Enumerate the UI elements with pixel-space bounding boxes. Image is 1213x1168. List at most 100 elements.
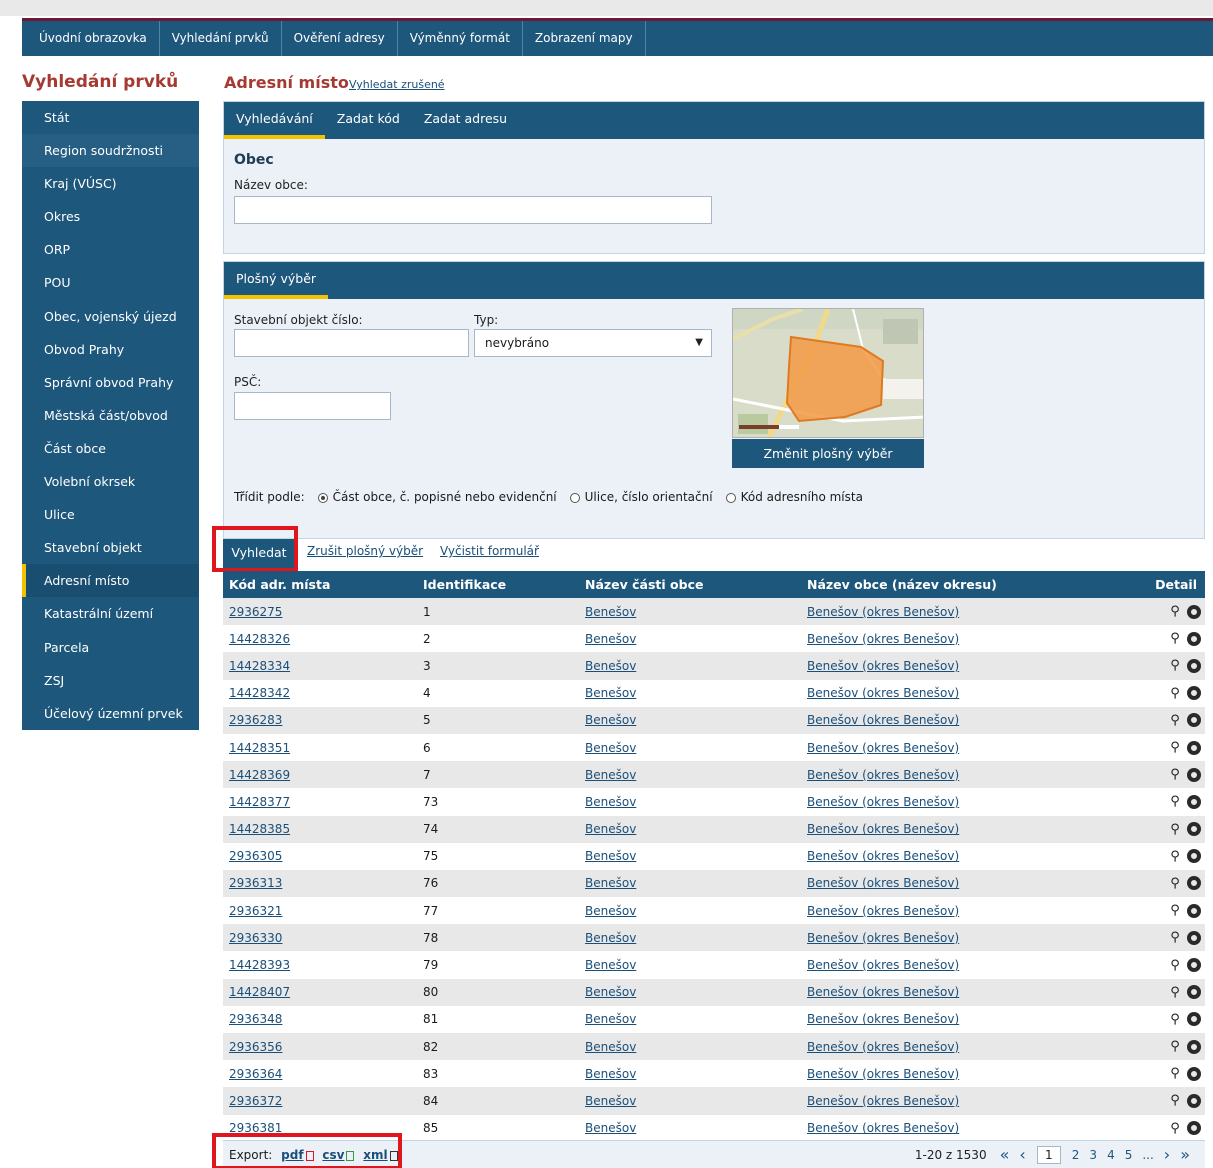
cell-nazev-obce-link[interactable]: Benešov (okres Benešov) <box>807 768 959 782</box>
magnifier-icon[interactable]: ⚲ <box>1167 1012 1183 1027</box>
page-ellipsis[interactable]: ... <box>1137 1148 1158 1162</box>
nav-vyhledani-prvku[interactable]: Vyhledání prvků <box>160 21 282 56</box>
cell-nazev-obce-link[interactable]: Benešov (okres Benešov) <box>807 904 959 918</box>
map-preview[interactable] <box>732 308 924 438</box>
sidebar-item-stavebni-objekt[interactable]: Stavební objekt <box>22 531 199 564</box>
cell-kod-link[interactable]: 14428385 <box>229 822 290 836</box>
globe-icon[interactable] <box>1187 713 1201 728</box>
globe-icon[interactable] <box>1187 822 1201 837</box>
magnifier-icon[interactable]: ⚲ <box>1167 849 1183 864</box>
magnifier-icon[interactable]: ⚲ <box>1167 658 1183 673</box>
globe-icon[interactable] <box>1187 1012 1201 1027</box>
globe-icon[interactable] <box>1187 631 1201 646</box>
cancel-area-link[interactable]: Zrušit plošný výběr <box>307 544 423 558</box>
cell-nazev-obce-link[interactable]: Benešov (okres Benešov) <box>807 605 959 619</box>
sidebar-item-adresni-misto[interactable]: Adresní místo <box>22 564 199 598</box>
magnifier-icon[interactable]: ⚲ <box>1167 686 1183 701</box>
cell-kod-link[interactable]: 14428393 <box>229 958 290 972</box>
cell-nazev-obce-link[interactable]: Benešov (okres Benešov) <box>807 741 959 755</box>
cell-kod-link[interactable]: 14428334 <box>229 659 290 673</box>
first-page-icon[interactable]: « <box>995 1145 1015 1164</box>
cell-nazev-casti-obce-link[interactable]: Benešov <box>585 632 636 646</box>
sidebar-item-cast-obce[interactable]: Část obce <box>22 432 199 465</box>
cell-nazev-obce-link[interactable]: Benešov (okres Benešov) <box>807 1121 959 1135</box>
globe-icon[interactable] <box>1187 930 1201 945</box>
globe-icon[interactable] <box>1187 903 1201 918</box>
cell-kod-link[interactable]: 2936356 <box>229 1040 282 1054</box>
cell-nazev-obce-link[interactable]: Benešov (okres Benešov) <box>807 713 959 727</box>
magnifier-icon[interactable]: ⚲ <box>1167 1093 1183 1108</box>
magnifier-icon[interactable]: ⚲ <box>1167 876 1183 891</box>
prev-page-icon[interactable]: ‹ <box>1014 1145 1030 1164</box>
magnifier-icon[interactable]: ⚲ <box>1167 740 1183 755</box>
sidebar-item-pou[interactable]: POU <box>22 266 199 299</box>
tab-zadat-adresu[interactable]: Zadat adresu <box>412 102 519 139</box>
cell-kod-link[interactable]: 2936305 <box>229 849 282 863</box>
cell-nazev-casti-obce-link[interactable]: Benešov <box>585 1094 636 1108</box>
globe-icon[interactable] <box>1187 1121 1201 1136</box>
cell-nazev-casti-obce-link[interactable]: Benešov <box>585 876 636 890</box>
sidebar-item-kraj[interactable]: Kraj (VÚSC) <box>22 167 199 200</box>
cell-kod-link[interactable]: 2936372 <box>229 1094 282 1108</box>
cell-kod-link[interactable]: 14428326 <box>229 632 290 646</box>
cell-nazev-obce-link[interactable]: Benešov (okres Benešov) <box>807 931 959 945</box>
cell-nazev-obce-link[interactable]: Benešov (okres Benešov) <box>807 795 959 809</box>
cell-nazev-casti-obce-link[interactable]: Benešov <box>585 768 636 782</box>
globe-icon[interactable] <box>1187 1066 1201 1081</box>
clear-form-link[interactable]: Vyčistit formulář <box>440 544 539 558</box>
cell-nazev-obce-link[interactable]: Benešov (okres Benešov) <box>807 876 959 890</box>
cell-nazev-casti-obce-link[interactable]: Benešov <box>585 1040 636 1054</box>
cell-nazev-casti-obce-link[interactable]: Benešov <box>585 958 636 972</box>
cell-nazev-obce-link[interactable]: Benešov (okres Benešov) <box>807 1094 959 1108</box>
sidebar-item-region-soudrznosti[interactable]: Region soudržnosti <box>22 134 199 168</box>
typ-select[interactable]: nevybráno ▼ <box>474 329 712 357</box>
sort-radio-kod[interactable] <box>725 493 736 503</box>
magnifier-icon[interactable]: ⚲ <box>1167 903 1183 918</box>
sidebar-item-okres[interactable]: Okres <box>22 200 199 233</box>
cell-nazev-obce-link[interactable]: Benešov (okres Benešov) <box>807 686 959 700</box>
next-page-icon[interactable]: › <box>1159 1145 1175 1164</box>
sidebar-item-ulice[interactable]: Ulice <box>22 498 199 531</box>
globe-icon[interactable] <box>1187 740 1201 755</box>
magnifier-icon[interactable]: ⚲ <box>1167 1039 1183 1054</box>
nav-zobrazeni-mapy[interactable]: Zobrazení mapy <box>523 21 646 56</box>
cell-kod-link[interactable]: 14428369 <box>229 768 290 782</box>
cell-nazev-casti-obce-link[interactable]: Benešov <box>585 1067 636 1081</box>
magnifier-icon[interactable]: ⚲ <box>1167 631 1183 646</box>
globe-icon[interactable] <box>1187 794 1201 809</box>
sidebar-item-stat[interactable]: Stát <box>22 101 199 134</box>
cell-nazev-obce-link[interactable]: Benešov (okres Benešov) <box>807 659 959 673</box>
cell-kod-link[interactable]: 2936275 <box>229 605 282 619</box>
globe-icon[interactable] <box>1187 767 1201 782</box>
header-nazev-obce[interactable]: Název obce (název okresu) <box>801 571 1101 598</box>
current-page-input[interactable]: 1 <box>1036 1145 1061 1164</box>
globe-icon[interactable] <box>1187 876 1201 891</box>
sidebar-item-mestska-cast[interactable]: Městská část/obvod <box>22 399 199 432</box>
sidebar-item-spravni-obvod-prahy[interactable]: Správní obvod Prahy <box>22 366 199 399</box>
globe-icon[interactable] <box>1187 604 1201 619</box>
cell-nazev-obce-link[interactable]: Benešov (okres Benešov) <box>807 849 959 863</box>
cell-kod-link[interactable]: 14428377 <box>229 795 290 809</box>
cell-kod-link[interactable]: 2936330 <box>229 931 282 945</box>
cell-kod-link[interactable]: 2936348 <box>229 1012 282 1026</box>
psc-input[interactable] <box>234 392 391 420</box>
cell-kod-link[interactable]: 2936364 <box>229 1067 282 1081</box>
globe-icon[interactable] <box>1187 849 1201 864</box>
cell-nazev-obce-link[interactable]: Benešov (okres Benešov) <box>807 958 959 972</box>
sidebar-item-volebni-okrsek[interactable]: Volební okrsek <box>22 465 199 498</box>
cell-nazev-casti-obce-link[interactable]: Benešov <box>585 931 636 945</box>
sidebar-item-orp[interactable]: ORP <box>22 233 199 266</box>
magnifier-icon[interactable]: ⚲ <box>1167 767 1183 782</box>
cell-nazev-casti-obce-link[interactable]: Benešov <box>585 686 636 700</box>
header-nazev-casti-obce[interactable]: Název části obce <box>579 571 801 598</box>
magnifier-icon[interactable]: ⚲ <box>1167 985 1183 1000</box>
magnifier-icon[interactable]: ⚲ <box>1167 958 1183 973</box>
globe-icon[interactable] <box>1187 686 1201 701</box>
sort-radio-ulice[interactable] <box>569 493 580 503</box>
cell-nazev-casti-obce-link[interactable]: Benešov <box>585 904 636 918</box>
sidebar-item-zsj[interactable]: ZSJ <box>22 664 199 697</box>
cell-kod-link[interactable]: 14428342 <box>229 686 290 700</box>
tab-zadat-kod[interactable]: Zadat kód <box>325 102 412 139</box>
last-page-icon[interactable]: » <box>1175 1145 1195 1164</box>
nazev-obce-input[interactable] <box>234 196 712 224</box>
